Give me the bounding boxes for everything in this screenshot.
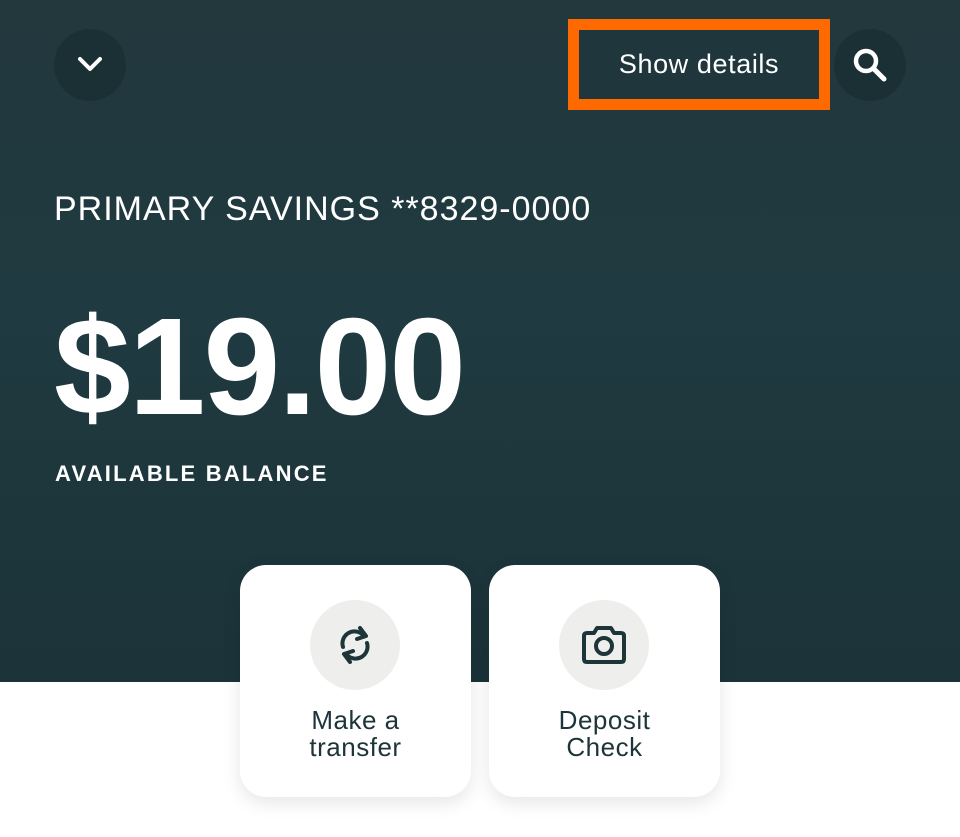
make-transfer-label: Make a transfer xyxy=(240,707,471,761)
account-name: PRIMARY SAVINGS **8329-0000 xyxy=(54,190,592,228)
show-details-label: Show details xyxy=(618,49,780,79)
collapse-button[interactable] xyxy=(54,29,126,101)
account-screen: Show details PRIMARY SAVINGS **8329-0000… xyxy=(0,0,960,837)
show-details-button[interactable]: Show details xyxy=(568,19,830,110)
search-icon xyxy=(853,48,887,82)
make-transfer-label-line1: Make a xyxy=(311,705,400,735)
account-header: Show details PRIMARY SAVINGS **8329-0000… xyxy=(0,0,960,682)
sync-icon xyxy=(340,626,370,664)
chevron-down-icon xyxy=(78,57,102,71)
available-balance-label: AVAILABLE BALANCE xyxy=(55,461,329,486)
make-transfer-label-line2: transfer xyxy=(309,732,402,762)
deposit-check-label: Deposit Check xyxy=(489,707,720,761)
search-button[interactable] xyxy=(834,29,906,101)
deposit-check-label-line1: Deposit xyxy=(558,705,651,735)
make-transfer-button[interactable]: Make a transfer xyxy=(240,565,471,797)
available-balance-amount: $19.00 xyxy=(54,290,466,444)
deposit-check-label-line2: Check xyxy=(566,732,643,762)
transfer-icon-circle xyxy=(310,600,400,690)
deposit-check-button[interactable]: Deposit Check xyxy=(489,565,720,797)
deposit-icon-circle xyxy=(559,600,649,690)
camera-icon xyxy=(582,626,626,664)
